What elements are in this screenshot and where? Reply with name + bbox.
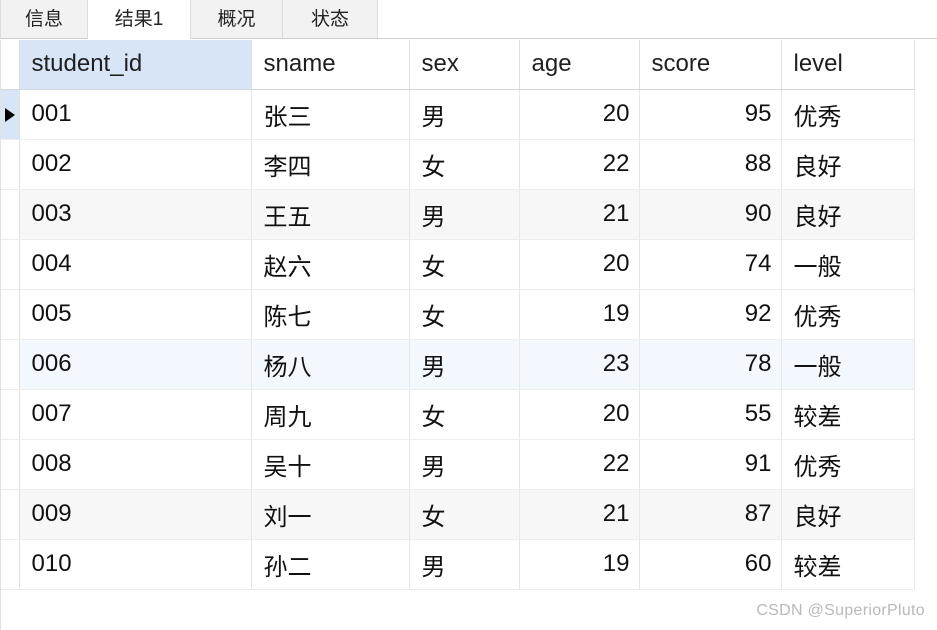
row-selector-cell[interactable] [0,89,20,140]
cell-sname[interactable]: 张三 [251,89,410,140]
table-row[interactable]: 005 陈七女 19 92 优秀 [0,289,915,340]
table-body: 001 张三男 20 95 优秀 002 李四女 22 88 良好 003 王五男 21 90 良好 004 赵… [0,89,915,590]
cell-sname[interactable]: 杨八 [251,339,410,390]
cell-student_id[interactable]: 009 [19,489,252,540]
result-data-grid[interactable]: student_id sname sex age score level 001… [0,40,937,630]
row-selector-cell[interactable] [0,189,20,240]
cell-student_id[interactable]: 002 [19,139,252,190]
cell-age[interactable]: 21 [519,189,640,240]
cell-sex[interactable]: 男 [409,439,520,490]
row-selector-cell[interactable] [0,439,20,490]
column-header-score[interactable]: score [639,40,782,90]
cell-sex[interactable]: 女 [409,239,520,290]
cell-sname[interactable]: 刘一 [251,489,410,540]
result-table: student_id sname sex age score level 001… [0,40,915,590]
cell-score[interactable]: 55 [639,389,782,440]
cell-age[interactable]: 23 [519,339,640,390]
cell-sname[interactable]: 陈七 [251,289,410,340]
row-selector-cell[interactable] [0,139,20,190]
row-selector-cell[interactable] [0,489,20,540]
table-header: student_id sname sex age score level [0,40,915,90]
table-row[interactable]: 001 张三男 20 95 优秀 [0,89,915,140]
column-header-sex[interactable]: sex [409,40,520,90]
table-row[interactable]: 007 周九女 20 55 较差 [0,389,915,440]
cell-age[interactable]: 22 [519,139,640,190]
cell-student_id[interactable]: 004 [19,239,252,290]
table-row[interactable]: 004 赵六女 20 74 一般 [0,239,915,290]
cell-level[interactable]: 一般 [781,339,915,390]
cell-student_id[interactable]: 006 [19,339,252,390]
cell-age[interactable]: 20 [519,239,640,290]
cell-sex[interactable]: 女 [409,489,520,540]
row-selector-cell[interactable] [0,289,20,340]
table-row[interactable]: 006 杨八男 23 78 一般 [0,339,915,390]
cell-student_id[interactable]: 005 [19,289,252,340]
cell-level[interactable]: 优秀 [781,439,915,490]
cell-score[interactable]: 90 [639,189,782,240]
cell-sname[interactable]: 周九 [251,389,410,440]
watermark-label: CSDN @SuperiorPluto [756,602,925,619]
row-selector-cell[interactable] [0,389,20,440]
row-selector-cell[interactable] [0,239,20,290]
column-header-level[interactable]: level [781,40,915,90]
cell-age[interactable]: 19 [519,289,640,340]
cell-student_id[interactable]: 001 [19,89,252,140]
cell-level[interactable]: 较差 [781,539,915,590]
tab-result-1[interactable]: 结果1 [88,0,191,39]
cell-age[interactable]: 20 [519,389,640,440]
cell-sex[interactable]: 女 [409,389,520,440]
cell-sname[interactable]: 吴十 [251,439,410,490]
table-row[interactable]: 010 孙二男 19 60 较差 [0,539,915,590]
cell-sex[interactable]: 男 [409,189,520,240]
cell-level[interactable]: 优秀 [781,89,915,140]
tab-label: 结果1 [114,8,164,30]
cell-student_id[interactable]: 010 [19,539,252,590]
grid-left-rule [0,40,1,630]
cell-sex[interactable]: 男 [409,539,520,590]
row-selector-cell[interactable] [0,539,20,590]
cell-sname[interactable]: 王五 [251,189,410,240]
cell-sex[interactable]: 男 [409,339,520,390]
cell-score[interactable]: 95 [639,89,782,140]
cell-score[interactable]: 78 [639,339,782,390]
cell-age[interactable]: 22 [519,439,640,490]
cell-score[interactable]: 91 [639,439,782,490]
column-header-age[interactable]: age [519,40,640,90]
cell-level[interactable]: 良好 [781,189,915,240]
cell-level[interactable]: 良好 [781,139,915,190]
cell-sex[interactable]: 女 [409,289,520,340]
cell-student_id[interactable]: 008 [19,439,252,490]
cell-age[interactable]: 19 [519,539,640,590]
row-selector-header[interactable] [0,40,20,90]
table-row[interactable]: 002 李四女 22 88 良好 [0,139,915,190]
cell-age[interactable]: 21 [519,489,640,540]
current-row-arrow-icon [4,107,15,122]
table-row[interactable]: 009 刘一女 21 87 良好 [0,489,915,540]
cell-student_id[interactable]: 003 [19,189,252,240]
column-header-student_id[interactable]: student_id [19,40,252,90]
result-tab-bar: 信息 结果1 概况 状态 [0,0,937,40]
cell-score[interactable]: 60 [639,539,782,590]
row-selector-cell[interactable] [0,339,20,390]
table-row[interactable]: 008 吴十男 22 91 优秀 [0,439,915,490]
cell-sex[interactable]: 女 [409,139,520,190]
column-header-sname[interactable]: sname [251,40,410,90]
cell-sname[interactable]: 李四 [251,139,410,190]
cell-sname[interactable]: 孙二 [251,539,410,590]
cell-level[interactable]: 优秀 [781,289,915,340]
cell-sname[interactable]: 赵六 [251,239,410,290]
cell-level[interactable]: 一般 [781,239,915,290]
cell-level[interactable]: 较差 [781,389,915,440]
cell-age[interactable]: 20 [519,89,640,140]
header-row: student_id sname sex age score level [0,40,915,90]
cell-sex[interactable]: 男 [409,89,520,140]
cell-score[interactable]: 87 [639,489,782,540]
cell-score[interactable]: 74 [639,239,782,290]
cell-level[interactable]: 良好 [781,489,915,540]
cell-score[interactable]: 92 [639,289,782,340]
cell-student_id[interactable]: 007 [19,389,252,440]
table-row[interactable]: 003 王五男 21 90 良好 [0,189,915,240]
cell-score[interactable]: 88 [639,139,782,190]
